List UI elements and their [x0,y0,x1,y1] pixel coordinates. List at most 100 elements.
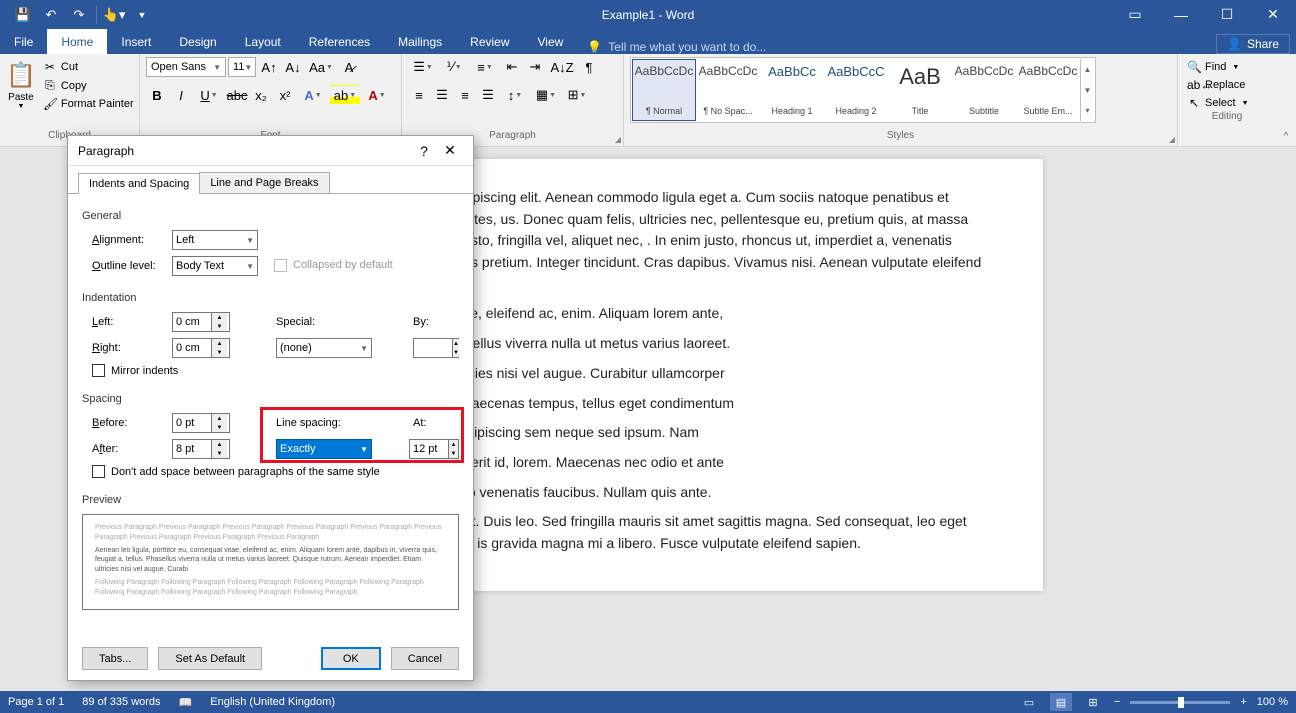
style-item[interactable]: AaBbCcDc¶ No Spac... [696,59,760,121]
bold-icon[interactable]: B [146,85,168,105]
style-item[interactable]: AaBbCcHeading 1 [760,59,824,121]
dialog-help-icon[interactable]: ? [411,143,437,159]
after-spinner[interactable]: ▲▼ [172,439,230,459]
page-status[interactable]: Page 1 of 1 [8,696,64,708]
tab-home[interactable]: Home [47,29,107,54]
share-button[interactable]: 👤 Share [1216,34,1290,54]
gallery-more[interactable]: ▲▼▾ [1080,59,1094,121]
expand-icon[interactable]: ▾ [1081,100,1094,121]
multilevel-icon[interactable]: ≡▼ [470,57,500,77]
ok-button[interactable]: OK [321,647,381,670]
shading-icon[interactable]: ▦▼ [531,85,561,105]
justify-icon[interactable]: ☰ [477,85,499,105]
spinner-down-icon[interactable]: ▼ [212,322,227,331]
dialog-titlebar[interactable]: Paragraph ? ✕ [68,136,473,166]
spinner-down-icon[interactable]: ▼ [212,423,227,432]
spinner-up-icon[interactable]: ▲ [449,440,458,449]
by-input[interactable] [414,342,452,354]
sort-icon[interactable]: A↓Z [547,57,577,77]
show-marks-icon[interactable]: ¶ [578,57,600,77]
spinner-down-icon[interactable]: ▼ [449,449,458,458]
style-item[interactable]: AaBbCcDcSubtle Em... [1016,59,1080,121]
special-combo[interactable]: (none)▼ [276,338,372,358]
spinner-up-icon[interactable]: ▲ [212,313,227,322]
style-item[interactable]: AaBbCcCHeading 2 [824,59,888,121]
maximize-icon[interactable]: ☐ [1204,0,1250,29]
touch-mode-icon[interactable]: 👆▾ [101,3,127,27]
styles-gallery[interactable]: AaBbCcDc¶ NormalAaBbCcDc¶ No Spac...AaBb… [630,57,1096,123]
dialog-close-icon[interactable]: ✕ [437,142,463,159]
clear-formatting-icon[interactable]: A̷ [338,57,360,77]
increase-font-icon[interactable]: A↑ [258,57,280,77]
zoom-level[interactable]: 100 % [1257,696,1288,708]
tab-design[interactable]: Design [165,29,230,54]
scroll-down-icon[interactable]: ▼ [1081,80,1094,101]
after-input[interactable] [173,443,211,455]
ribbon-options-icon[interactable]: ▭ [1112,0,1158,29]
word-count[interactable]: 89 of 335 words [82,696,160,708]
spinner-down-icon[interactable]: ▼ [453,348,459,357]
set-default-button[interactable]: Set As Default [158,647,262,670]
borders-icon[interactable]: ⊞▼ [562,85,592,105]
spinner-up-icon[interactable]: ▲ [212,414,227,423]
highlight-icon[interactable]: ab▼ [330,85,360,105]
spinner-down-icon[interactable]: ▼ [212,348,227,357]
copy-button[interactable]: ⎘Copy [40,77,137,94]
zoom-thumb[interactable] [1178,697,1184,708]
align-right-icon[interactable]: ≡ [454,85,476,105]
proofing-icon[interactable]: 📖 [179,696,193,709]
by-spinner[interactable]: ▲▼ [413,338,459,358]
mirror-indents-checkbox[interactable] [92,364,105,377]
zoom-out-icon[interactable]: − [1114,696,1120,708]
paragraph-launcher-icon[interactable]: ◢ [615,135,621,144]
style-item[interactable]: AaBTitle [888,59,952,121]
spinner-up-icon[interactable]: ▲ [212,440,227,449]
tab-view[interactable]: View [524,29,578,54]
web-layout-icon[interactable]: ⊞ [1082,693,1104,711]
tabs-button[interactable]: Tabs... [82,647,148,670]
tab-insert[interactable]: Insert [107,29,165,54]
underline-icon[interactable]: U▼ [194,85,224,105]
spinner-down-icon[interactable]: ▼ [212,449,227,458]
right-indent-spinner[interactable]: ▲▼ [172,338,230,358]
format-painter-button[interactable]: 🖌Format Painter [40,96,137,112]
find-button[interactable]: 🔍Find▼ [1184,59,1270,75]
scroll-up-icon[interactable]: ▲ [1081,59,1094,80]
line-spacing-icon[interactable]: ↕▼ [500,85,530,105]
style-item[interactable]: AaBbCcDcSubtitle [952,59,1016,121]
left-indent-spinner[interactable]: ▲▼ [172,312,230,332]
styles-launcher-icon[interactable]: ◢ [1169,135,1175,144]
italic-icon[interactable]: I [170,85,192,105]
right-indent-input[interactable] [173,342,211,354]
close-icon[interactable]: ✕ [1250,0,1296,29]
tab-file[interactable]: File [0,29,47,54]
at-spinner[interactable]: ▲▼ [409,439,459,459]
outline-combo[interactable]: Body Text▼ [172,256,258,276]
subscript-icon[interactable]: x₂ [250,85,272,105]
font-name-combo[interactable]: Open Sans▼ [146,57,226,77]
font-color-icon[interactable]: A▼ [362,85,392,105]
increase-indent-icon[interactable]: ⇥ [524,57,546,77]
tab-line-breaks[interactable]: Line and Page Breaks [199,172,329,193]
minimize-icon[interactable]: — [1158,0,1204,29]
redo-icon[interactable]: ↷ [66,3,92,27]
zoom-in-icon[interactable]: + [1240,696,1246,708]
superscript-icon[interactable]: x² [274,85,296,105]
linespacing-combo[interactable]: Exactly▼ [276,439,372,459]
save-icon[interactable]: 💾 [10,3,36,27]
zoom-slider[interactable] [1130,701,1230,704]
undo-icon[interactable]: ↶ [38,3,64,27]
replace-button[interactable]: ab↔Replace [1184,77,1270,93]
before-spinner[interactable]: ▲▼ [172,413,230,433]
dont-add-space-checkbox[interactable] [92,465,105,478]
cut-button[interactable]: ✂Cut [40,59,137,75]
paste-button[interactable]: 📋 Paste ▼ [6,57,36,110]
tell-me-search[interactable]: 💡 Tell me what you want to do... [587,40,766,54]
tab-mailings[interactable]: Mailings [384,29,456,54]
tab-review[interactable]: Review [456,29,523,54]
numbering-icon[interactable]: ⅟▼ [439,57,469,77]
font-size-combo[interactable]: 11▼ [228,57,256,77]
left-indent-input[interactable] [173,316,211,328]
read-mode-icon[interactable]: ▭ [1018,693,1040,711]
decrease-indent-icon[interactable]: ⇤ [501,57,523,77]
